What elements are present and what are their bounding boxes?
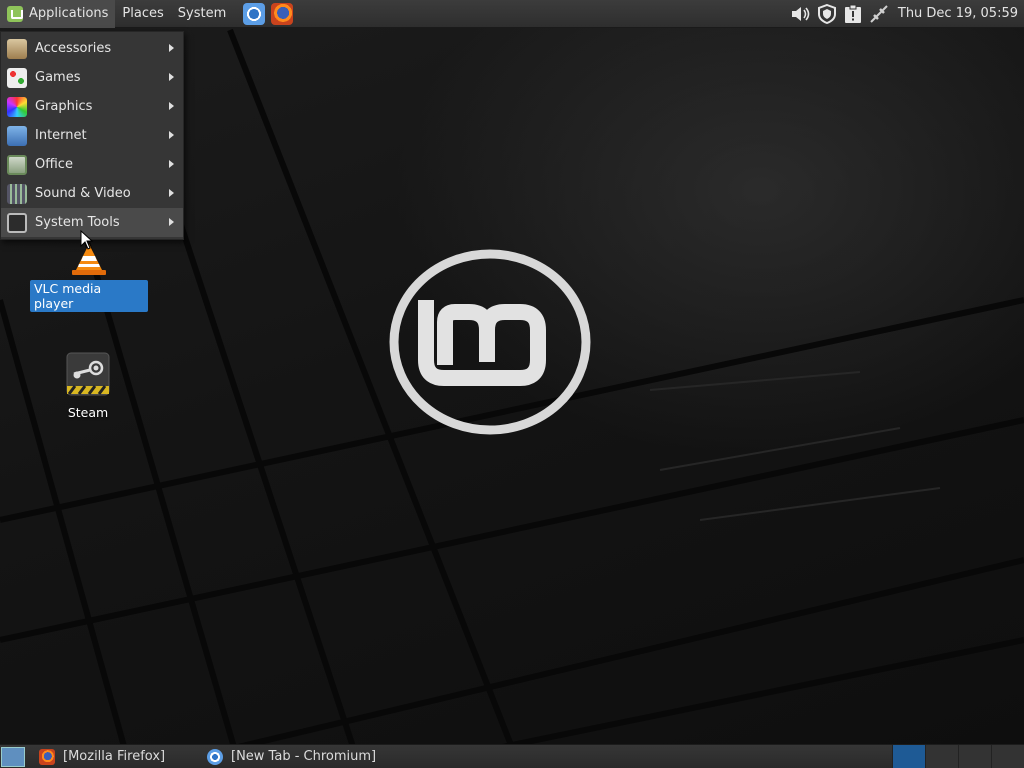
workspace-3[interactable] xyxy=(958,744,991,768)
clock[interactable]: Thu Dec 19, 05:59 xyxy=(898,6,1018,21)
desktop-icon-label: VLC media player xyxy=(30,280,148,312)
linux-mint-logo xyxy=(389,249,591,435)
volume-icon[interactable] xyxy=(790,3,812,25)
desktop-icon-steam[interactable]: Steam xyxy=(48,352,128,421)
taskbar-item-label: [Mozilla Firefox] xyxy=(63,749,166,764)
taskbar-item-firefox[interactable]: [Mozilla Firefox] xyxy=(33,746,193,768)
workspace-2[interactable] xyxy=(925,744,958,768)
menu-item-label: Graphics xyxy=(35,99,93,114)
submenu-arrow-icon xyxy=(169,73,174,81)
desktop-icon-label: Steam xyxy=(67,405,109,420)
show-desktop-icon[interactable] xyxy=(1,746,25,767)
menu-item-games[interactable]: Games xyxy=(1,63,183,92)
submenu-arrow-icon xyxy=(169,189,174,197)
network-disconnected-icon[interactable] xyxy=(868,3,890,25)
applications-menu-button[interactable]: Applications xyxy=(0,0,116,28)
workspace-1[interactable] xyxy=(892,744,925,768)
office-icon xyxy=(7,154,27,175)
taskbar-item-label: [New Tab - Chromium] xyxy=(231,749,377,764)
internet-icon xyxy=(7,125,27,146)
menu-item-label: Internet xyxy=(35,128,87,143)
submenu-arrow-icon xyxy=(169,102,174,110)
submenu-arrow-icon xyxy=(169,131,174,139)
graphics-icon xyxy=(7,96,27,117)
applications-dropdown: Accessories Games Graphics Internet Offi… xyxy=(0,31,184,240)
sound-video-icon xyxy=(7,183,27,204)
workspace-switcher xyxy=(892,744,1024,768)
chromium-launcher-icon[interactable] xyxy=(243,2,266,25)
submenu-arrow-icon xyxy=(169,218,174,226)
submenu-arrow-icon xyxy=(169,160,174,168)
workspace-4[interactable] xyxy=(991,744,1024,768)
clipboard-alert-icon[interactable] xyxy=(842,3,864,25)
firefox-launcher-icon[interactable] xyxy=(271,2,294,25)
menu-item-office[interactable]: Office xyxy=(1,150,183,179)
menu-item-label: System Tools xyxy=(35,215,120,230)
system-menu-button[interactable]: System xyxy=(171,0,233,28)
menu-item-accessories[interactable]: Accessories xyxy=(1,34,183,63)
menu-item-label: Accessories xyxy=(35,41,112,56)
bottom-panel: [Mozilla Firefox] [New Tab - Chromium] xyxy=(0,744,1024,768)
games-icon xyxy=(7,67,27,88)
firefox-icon xyxy=(39,748,55,765)
accessories-icon xyxy=(7,38,27,59)
mouse-cursor-icon xyxy=(80,229,94,254)
menu-item-label: Office xyxy=(35,157,73,172)
taskbar-item-chromium[interactable]: [New Tab - Chromium] xyxy=(201,746,441,768)
steam-icon xyxy=(66,352,110,400)
applications-menu-label: Applications xyxy=(29,6,109,21)
system-tray: Thu Dec 19, 05:59 xyxy=(786,0,1024,28)
menu-item-label: Games xyxy=(35,70,81,85)
menu-item-internet[interactable]: Internet xyxy=(1,121,183,150)
chromium-icon xyxy=(207,748,223,765)
menu-item-label: Sound & Video xyxy=(35,186,131,201)
top-panel: Applications Places System Thu Dec 19, 0… xyxy=(0,0,1024,28)
places-menu-button[interactable]: Places xyxy=(115,0,170,28)
menu-item-sound-video[interactable]: Sound & Video xyxy=(1,179,183,208)
mint-menu-icon xyxy=(7,5,23,22)
menu-item-graphics[interactable]: Graphics xyxy=(1,92,183,121)
submenu-arrow-icon xyxy=(169,44,174,52)
shield-icon[interactable] xyxy=(816,3,838,25)
system-tools-icon xyxy=(7,212,27,233)
